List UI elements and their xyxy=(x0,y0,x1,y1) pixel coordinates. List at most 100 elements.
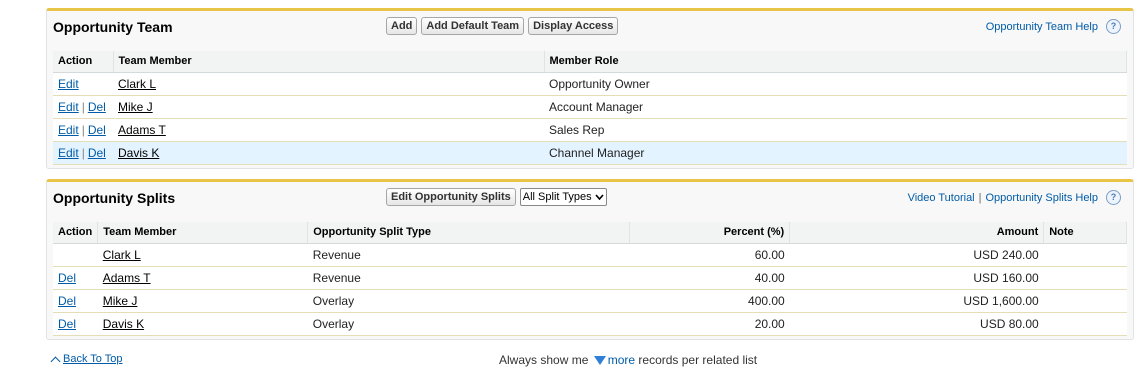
table-row: Del Adams T Revenue 40.00 USD 160.00 xyxy=(53,266,1127,290)
row-actions: Edit | Del xyxy=(53,95,113,119)
row-actions: Del xyxy=(53,312,98,336)
chevron-down-icon xyxy=(595,194,604,200)
del-link[interactable]: Del xyxy=(88,146,106,160)
del-link[interactable]: Del xyxy=(58,317,76,331)
records-per-label: records per related list xyxy=(638,353,758,367)
splits-header-row: Action Team Member Opportunity Split Typ… xyxy=(53,222,1127,244)
member-cell: Mike J xyxy=(113,95,544,119)
role-cell: Channel Manager xyxy=(544,141,1127,165)
more-records-link[interactable]: more xyxy=(592,353,635,367)
add-default-team-button[interactable]: Add Default Team xyxy=(421,17,525,35)
edit-link[interactable]: Edit xyxy=(58,123,79,137)
del-link[interactable]: Del xyxy=(58,271,76,285)
member-cell: Adams T xyxy=(113,118,544,142)
display-access-button[interactable]: Display Access xyxy=(528,17,619,35)
member-cell: Davis K xyxy=(97,312,308,336)
team-table: Action Team Member Member Role Edit Clar… xyxy=(53,51,1127,165)
amount-cell: USD 240.00 xyxy=(789,243,1044,267)
edit-opportunity-splits-button[interactable]: Edit Opportunity Splits xyxy=(386,188,516,206)
team-col-member: Team Member xyxy=(113,51,545,73)
team-header-row: Action Team Member Member Role xyxy=(53,51,1127,73)
member-link[interactable]: Clark L xyxy=(103,248,141,262)
caret-up-icon xyxy=(50,356,61,367)
help-icon[interactable]: ? xyxy=(1106,190,1121,205)
add-button[interactable]: Add xyxy=(386,17,418,35)
edit-link[interactable]: Edit xyxy=(58,146,79,160)
table-row: Edit | Del Davis K Channel Manager xyxy=(53,141,1127,165)
role-cell: Sales Rep xyxy=(544,118,1127,142)
separator: | xyxy=(81,99,85,114)
always-show-label: Always show me xyxy=(499,353,589,367)
table-row: Edit | Del Adams T Sales Rep xyxy=(53,118,1127,142)
separator: | xyxy=(81,145,85,160)
member-cell: Clark L xyxy=(97,243,308,267)
member-link[interactable]: Mike J xyxy=(103,294,138,308)
member-link[interactable]: Davis K xyxy=(118,146,159,160)
table-row: Clark L Revenue 60.00 USD 240.00 xyxy=(53,243,1127,267)
del-link[interactable]: Del xyxy=(58,294,76,308)
team-col-role: Member Role xyxy=(544,51,1127,73)
separator: | xyxy=(81,122,85,137)
row-actions: Del xyxy=(53,266,98,290)
table-row: Del Mike J Overlay 400.00 USD 1,600.00 xyxy=(53,289,1127,313)
splits-help-area: Video Tutorial | Opportunity Splits Help… xyxy=(908,190,1121,205)
del-link[interactable]: Del xyxy=(88,123,106,137)
splits-col-member: Team Member xyxy=(97,222,309,244)
split-type-select-value: All Split Types xyxy=(522,191,592,203)
edit-link[interactable]: Edit xyxy=(58,77,79,91)
member-link[interactable]: Clark L xyxy=(118,77,156,91)
page-footer: Back To Top Always show me more records … xyxy=(0,353,1141,367)
separator: | xyxy=(978,191,982,204)
role-cell: Opportunity Owner xyxy=(544,72,1127,96)
split-type-select[interactable]: All Split Types xyxy=(519,188,607,206)
team-help-area: Opportunity Team Help ? xyxy=(986,19,1121,34)
split-type-cell: Revenue xyxy=(307,266,630,290)
video-tutorial-link[interactable]: Video Tutorial xyxy=(908,192,975,204)
show-more-records: Always show me more records per related … xyxy=(499,353,757,367)
row-actions: Del xyxy=(53,289,98,313)
splits-button-group: Edit Opportunity Splits All Split Types xyxy=(386,188,607,206)
split-type-cell: Overlay xyxy=(307,312,630,336)
member-link[interactable]: Mike J xyxy=(118,100,153,114)
del-link[interactable]: Del xyxy=(88,100,106,114)
percent-cell: 20.00 xyxy=(629,312,790,336)
note-cell xyxy=(1043,266,1127,290)
splits-panel-title: Opportunity Splits xyxy=(53,190,176,206)
note-cell xyxy=(1043,243,1127,267)
more-label: more xyxy=(607,353,636,367)
back-to-top-link[interactable]: Back To Top xyxy=(50,353,123,367)
percent-cell: 40.00 xyxy=(629,266,790,290)
row-actions: Edit | Del xyxy=(53,141,113,165)
role-cell: Account Manager xyxy=(544,95,1127,119)
member-link[interactable]: Adams T xyxy=(103,271,151,285)
amount-cell: USD 160.00 xyxy=(789,266,1044,290)
row-actions: Edit | Del xyxy=(53,118,113,142)
help-icon[interactable]: ? xyxy=(1106,19,1121,34)
row-actions: Edit xyxy=(53,72,113,96)
percent-cell: 400.00 xyxy=(629,289,790,313)
opportunity-team-help-link[interactable]: Opportunity Team Help xyxy=(986,21,1098,33)
splits-col-note: Note xyxy=(1043,222,1127,244)
team-col-action: Action xyxy=(53,51,114,73)
splits-col-action: Action xyxy=(53,222,99,244)
member-cell: Clark L xyxy=(113,72,544,96)
table-row: Edit Clark L Opportunity Owner xyxy=(53,72,1127,96)
edit-link[interactable]: Edit xyxy=(58,100,79,114)
splits-col-amount: Amount xyxy=(789,222,1045,244)
member-link[interactable]: Adams T xyxy=(118,123,166,137)
opportunity-splits-help-link[interactable]: Opportunity Splits Help xyxy=(986,192,1099,204)
amount-cell: USD 80.00 xyxy=(789,312,1044,336)
note-cell xyxy=(1043,312,1127,336)
triangle-down-icon xyxy=(593,356,606,366)
table-row: Edit | Del Mike J Account Manager xyxy=(53,95,1127,119)
member-link[interactable]: Davis K xyxy=(103,317,144,331)
back-to-top-label: Back To Top xyxy=(63,353,123,365)
team-panel-header: Opportunity Team Add Add Default Team Di… xyxy=(47,11,1133,45)
splits-panel-header: Opportunity Splits Edit Opportunity Spli… xyxy=(47,182,1133,216)
split-type-cell: Overlay xyxy=(307,289,630,313)
team-button-group: Add Add Default Team Display Access xyxy=(386,17,619,35)
member-cell: Mike J xyxy=(97,289,308,313)
note-cell xyxy=(1043,289,1127,313)
table-row: Del Davis K Overlay 20.00 USD 80.00 xyxy=(53,312,1127,336)
splits-col-type: Opportunity Split Type xyxy=(307,222,631,244)
